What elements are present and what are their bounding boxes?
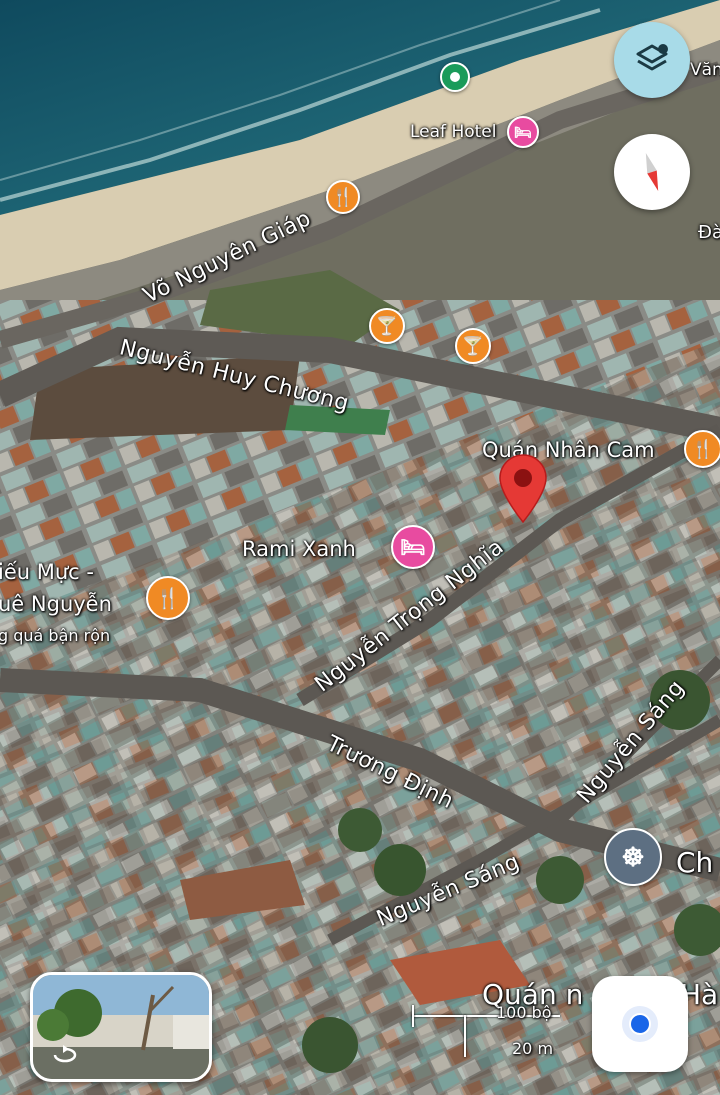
bar-pin-icon-2[interactable]: 🍸 [455,328,491,364]
place-label-right-edge-1[interactable]: Văn [690,60,720,80]
street-view-rotate-icon [53,1045,77,1063]
place-label-right-edge-2[interactable]: Đà [698,222,720,243]
scale-feet-label: 100 bộ [496,1003,552,1022]
scale-meters-label: 20 m [512,1039,554,1058]
hotel-pin-icon-leaf[interactable]: 🛏 [507,116,539,148]
compass-icon [645,152,659,192]
hotel-pin-icon-rami[interactable]: 🛏 [391,525,435,569]
park-pin-icon[interactable] [440,62,470,92]
restaurant-pin-icon-nhan-cam[interactable]: 🍴 [684,430,720,468]
layers-button[interactable] [614,22,690,98]
restaurant-pin-icon-left[interactable]: 🍴 [146,576,190,620]
place-label-leaf-hotel[interactable]: Leaf Hotel [410,122,496,142]
place-label-left-line2[interactable]: uê Nguyễn [0,592,112,616]
my-location-button[interactable] [592,976,688,1072]
place-label-left-line3: g quá bận rộn [0,626,111,645]
layers-icon [636,44,668,71]
my-location-icon [622,1006,658,1042]
satellite-map[interactable] [0,0,720,1095]
restaurant-pin-icon-1[interactable]: 🍴 [326,180,360,214]
place-label-right-edge-3[interactable]: Ch [676,846,713,879]
place-label-left-line1[interactable]: iếu Mực - [0,560,94,584]
scale-bar: 100 bộ 20 m [410,1003,560,1058]
place-label-rami-xanh[interactable]: Rami Xanh [242,537,356,561]
street-view-thumbnail[interactable] [30,972,212,1082]
place-of-worship-pin-icon[interactable]: ☸ [604,828,662,886]
compass-button[interactable] [614,134,690,210]
bar-pin-icon-1[interactable]: 🍸 [369,308,405,344]
selected-location-pin-icon[interactable] [496,452,550,524]
